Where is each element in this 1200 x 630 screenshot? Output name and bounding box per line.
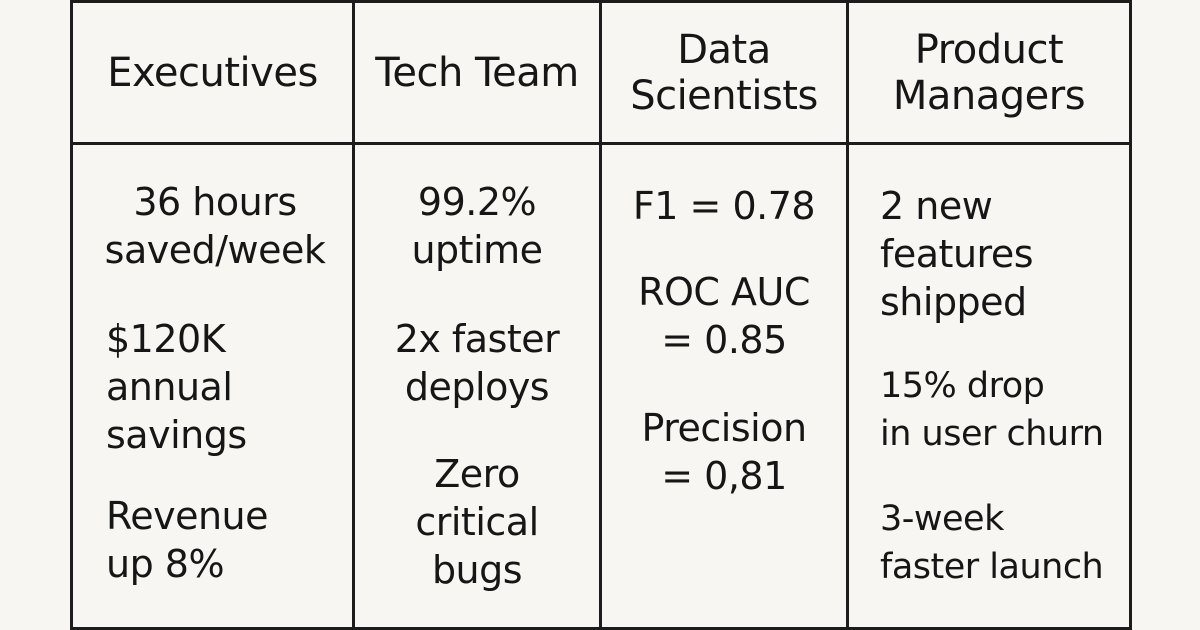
metric-deploys: 2x faster deploys bbox=[394, 317, 560, 409]
column-header-label: Tech Team bbox=[375, 49, 579, 96]
metric-uptime: 99.2% uptime bbox=[411, 180, 543, 272]
metric-precision: Precision = 0,81 bbox=[641, 406, 807, 498]
metric-f1-score: F1 = 0.78 bbox=[632, 184, 816, 228]
column-header-label: Product Managers bbox=[892, 26, 1086, 119]
column-header-executives: Executives bbox=[73, 3, 352, 142]
metric-faster-launch: 3-week faster launch bbox=[880, 499, 1104, 587]
metric-roc-auc: ROC AUC = 0.85 bbox=[638, 270, 810, 362]
column-header-label: Executives bbox=[107, 49, 318, 96]
metric-annual-savings: $120K annual savings bbox=[106, 317, 247, 457]
column-header-data-scientists: Data Scientists bbox=[602, 3, 846, 142]
metric-revenue: Revenue up 8% bbox=[106, 494, 269, 586]
metric-features-shipped: 2 new features shipped bbox=[880, 184, 1034, 324]
comparison-table: Executives Tech Team Data Scientists Pro… bbox=[0, 0, 1200, 630]
metric-critical-bugs: Zero critical bugs bbox=[415, 452, 539, 592]
column-header-label: Data Scientists bbox=[630, 26, 818, 119]
metric-user-churn: 15% drop in user churn bbox=[880, 366, 1104, 454]
column-header-product-managers: Product Managers bbox=[849, 3, 1129, 142]
column-header-tech-team: Tech Team bbox=[355, 3, 599, 142]
metric-hours-saved: 36 hours saved/week bbox=[104, 180, 326, 272]
